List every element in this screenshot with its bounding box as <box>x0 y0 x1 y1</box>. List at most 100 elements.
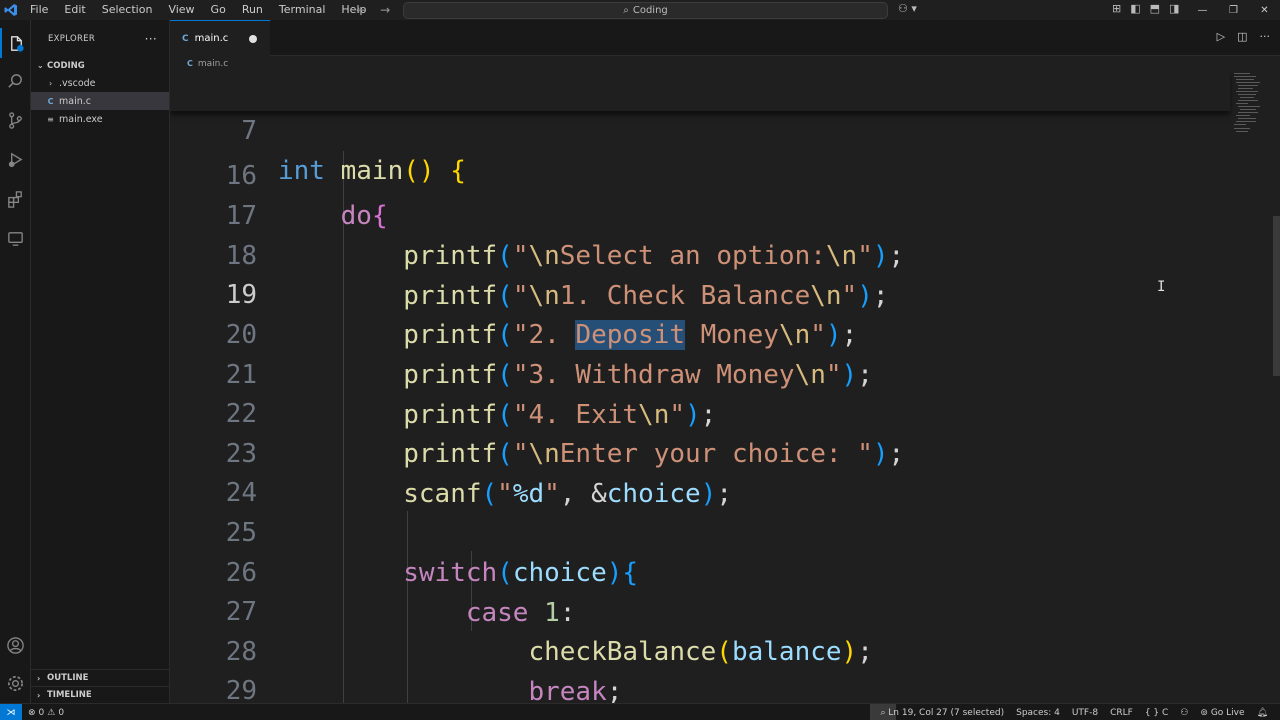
go-live-button[interactable]: ⊚ Go Live <box>1200 708 1244 718</box>
c-file-icon: C <box>182 33 189 44</box>
extensions-icon[interactable] <box>0 184 31 214</box>
split-editor-icon[interactable]: ◫ <box>1237 30 1247 43</box>
minimap-line <box>1238 94 1256 95</box>
mouse-ibeam-cursor-icon: I <box>1157 279 1166 295</box>
minimap-line <box>1236 103 1248 104</box>
breadcrumb[interactable]: C main.c <box>170 56 1280 71</box>
toggle-panel-icon[interactable]: ⬒ <box>1150 2 1160 15</box>
code-line-18: 18 printf("\n1. Check Balance\n"); <box>170 196 1230 311</box>
code-line-16: 16 do{ <box>170 116 1230 231</box>
settings-gear-icon[interactable] <box>0 668 31 698</box>
menu-selection[interactable]: Selection <box>94 0 161 20</box>
menu-file[interactable]: File <box>22 0 56 20</box>
vertical-scrollbar-thumb[interactable] <box>1273 216 1280 376</box>
tree-item-label: .vscode <box>59 77 96 89</box>
code-line-25: 25 switch(choice){ <box>170 473 1230 588</box>
code-line-26: 26 case 1: <box>170 513 1230 628</box>
status-bar: ⋊ ⊗ 0 ⚠ 0 ⌕ Ln 19, Col 27 (7 selected) S… <box>0 703 1280 720</box>
account-icon[interactable] <box>0 630 31 660</box>
minimap-line <box>1234 128 1250 129</box>
tree-item-label: main.exe <box>59 113 103 125</box>
copilot-status-icon[interactable]: ⚇ <box>1180 708 1188 718</box>
encoding[interactable]: UTF-8 <box>1072 708 1098 718</box>
breadcrumb-file: main.c <box>197 58 229 69</box>
menu-terminal[interactable]: Terminal <box>271 0 334 20</box>
minimap-line <box>1238 112 1258 113</box>
folder-label: CODING <box>47 60 85 71</box>
source-control-icon[interactable] <box>0 105 31 135</box>
warning-icon: ⚠ <box>47 707 56 718</box>
explorer-header: EXPLORER ··· <box>31 20 169 57</box>
minimap-line <box>1236 82 1260 83</box>
minimap[interactable] <box>1230 71 1280 703</box>
minimap-line <box>1238 100 1258 101</box>
back-arrow-icon[interactable]: ← <box>356 3 366 17</box>
minimap-line <box>1236 91 1258 92</box>
tree-item-main-c[interactable]: C main.c <box>31 92 169 110</box>
remote-explorer-icon[interactable] <box>0 223 31 253</box>
outline-section[interactable]: › OUTLINE <box>31 669 170 686</box>
menu-go[interactable]: Go <box>203 0 234 20</box>
minimap-line <box>1238 88 1253 89</box>
chevron-right-icon: › <box>37 673 41 683</box>
sticky-scroll-line[interactable]: 7 int main() { <box>170 71 1230 186</box>
menu-view[interactable]: View <box>160 0 202 20</box>
timeline-section[interactable]: › TIMELINE <box>31 686 170 703</box>
language-mode[interactable]: { } C <box>1145 708 1169 718</box>
remote-indicator-icon[interactable]: ⋊ <box>0 704 22 720</box>
unsaved-dot-icon[interactable] <box>249 35 257 43</box>
minimap-line <box>1238 85 1258 86</box>
chevron-right-icon: › <box>37 690 41 700</box>
restore-icon[interactable]: ❐ <box>1218 0 1249 20</box>
menu-run[interactable]: Run <box>234 0 271 20</box>
copilot-icon[interactable]: ⚇ ▾ <box>898 2 917 15</box>
tree-item-vscode[interactable]: › .vscode <box>31 74 169 92</box>
minimize-icon[interactable]: — <box>1187 0 1218 20</box>
minimap-line <box>1238 118 1256 119</box>
search-icon[interactable] <box>0 66 31 96</box>
explorer-icon[interactable] <box>0 28 31 58</box>
language-label: C <box>1162 707 1169 718</box>
run-debug-icon[interactable] <box>0 144 31 174</box>
command-center-search[interactable]: ⌕ Coding <box>403 2 888 19</box>
tree-item-main-exe[interactable]: ≡ main.exe <box>31 110 169 128</box>
customize-layout-icon[interactable]: ⊞ <box>1112 2 1121 15</box>
more-actions-icon[interactable]: ··· <box>1260 30 1271 43</box>
indentation[interactable]: Spaces: 4 <box>1016 708 1060 718</box>
broadcast-icon: ⊚ <box>1200 707 1208 718</box>
code-line-19: 19 printf("2. Deposit Money\n"); <box>170 235 1230 350</box>
cursor-position[interactable]: Ln 19, Col 27 (7 selected) <box>888 708 1004 718</box>
braces-icon: { } <box>1144 707 1160 718</box>
code-line-23: 23 scanf("%d", &choice); <box>170 394 1230 509</box>
problems-indicator[interactable]: ⊗ 0 ⚠ 0 <box>28 704 64 720</box>
code-line-28: 28 break; <box>170 592 1230 703</box>
outline-label: OUTLINE <box>47 673 89 683</box>
error-icon: ⊗ <box>28 707 36 718</box>
run-file-icon[interactable]: ▷ <box>1217 30 1225 43</box>
code-line-20: 20 printf("3. Withdraw Money\n"); <box>170 275 1230 390</box>
minimap-line <box>1236 79 1254 80</box>
minimap-line <box>1240 109 1256 110</box>
timeline-label: TIMELINE <box>47 690 92 700</box>
notifications-bell-icon[interactable]: 🔔︎ <box>1257 708 1268 718</box>
menu-edit[interactable]: Edit <box>56 0 93 20</box>
end-of-line[interactable]: CRLF <box>1110 708 1133 718</box>
toggle-sidebar-icon[interactable]: ◧ <box>1130 2 1140 15</box>
code-line-21: 21 printf("4. Exit\n"); <box>170 315 1230 430</box>
title-bar: File Edit Selection View Go Run Terminal… <box>0 0 1280 20</box>
code-line-29: 29 case 2: <box>170 631 1230 703</box>
code-line-24: 24 <box>170 433 1230 508</box>
minimap-line <box>1234 73 1250 74</box>
minimap-line <box>1234 124 1246 125</box>
toggle-secondary-sidebar-icon[interactable]: ◨ <box>1169 2 1179 15</box>
tab-main-c[interactable]: C main.c <box>170 20 270 56</box>
folder-coding[interactable]: ⌄ CODING <box>31 57 169 74</box>
forward-arrow-icon[interactable]: → <box>380 3 390 17</box>
more-actions-icon[interactable]: ··· <box>145 32 157 46</box>
close-icon[interactable]: ✕ <box>1249 0 1280 20</box>
warning-count: 0 <box>58 707 65 718</box>
chevron-down-icon: ⌄ <box>37 61 44 70</box>
tab-label: main.c <box>194 33 229 44</box>
search-icon: ⌕ <box>623 5 629 16</box>
code-editor[interactable]: 7 int main() { 16 do{ 17 printf("\nSelec… <box>170 71 1280 703</box>
